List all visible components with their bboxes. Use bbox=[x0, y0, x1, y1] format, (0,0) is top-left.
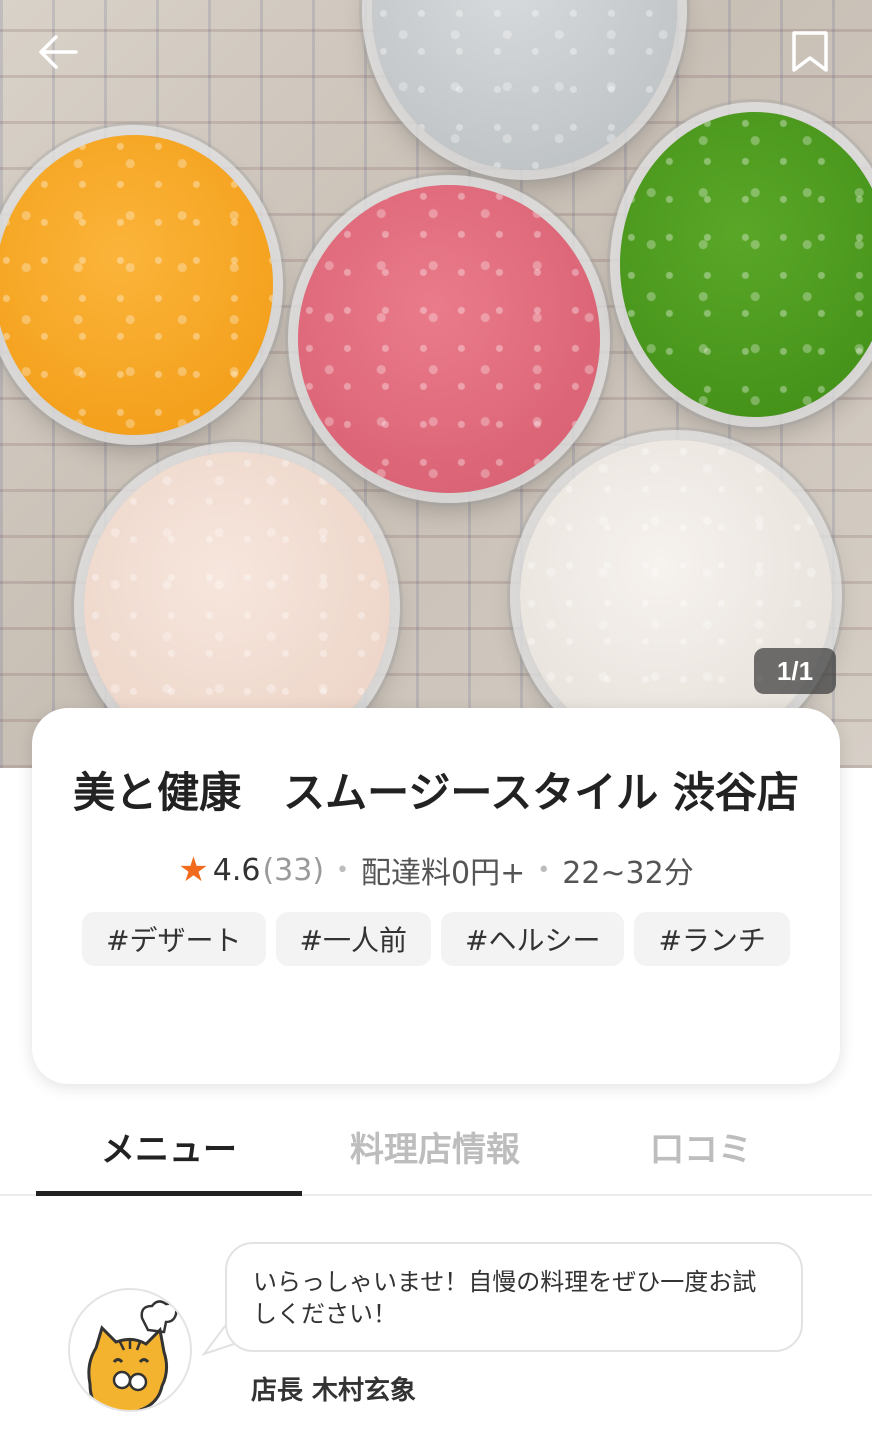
delivery-fee: 配達料0円+ bbox=[361, 856, 526, 891]
bookmark-button[interactable] bbox=[782, 24, 838, 80]
tab-bar: メニュー 料理店情報 口コミ bbox=[0, 1098, 872, 1196]
back-arrow-icon bbox=[39, 35, 78, 69]
tag-chip[interactable]: #デザート bbox=[82, 912, 266, 966]
cat-chef-icon bbox=[87, 1300, 178, 1410]
back-button[interactable] bbox=[30, 24, 86, 80]
manager-avatar bbox=[68, 1288, 192, 1412]
separator-dot: • bbox=[336, 857, 350, 883]
tab-menu[interactable]: メニュー bbox=[36, 1098, 302, 1196]
smoothie-cup-green bbox=[620, 112, 872, 417]
tag-chip[interactable]: #一人前 bbox=[275, 912, 431, 966]
rating-value: 4.6 bbox=[212, 852, 261, 888]
manager-speech-bubble: いらっしゃいませ！自慢の料理をぜひ一度お試しください！ bbox=[225, 1242, 803, 1352]
review-count[interactable]: (33) bbox=[262, 853, 324, 888]
tag-chip[interactable]: #ランチ bbox=[634, 912, 790, 966]
image-counter: 1/1 bbox=[754, 648, 836, 694]
star-icon: ★ bbox=[178, 850, 209, 890]
smoothie-cup-orange bbox=[0, 135, 273, 435]
tag-chip[interactable]: #ヘルシー bbox=[441, 912, 625, 966]
smoothie-cup-gray bbox=[372, 0, 677, 170]
smoothie-cup-pink bbox=[298, 185, 600, 493]
store-hero-image: 1/1 bbox=[0, 0, 872, 768]
store-meta: ★ 4.6 (33) • 配達料0円+ • 22~32分 bbox=[32, 850, 840, 891]
smoothie-cup-white bbox=[520, 440, 832, 752]
tab-store-info[interactable]: 料理店情報 bbox=[302, 1098, 568, 1194]
store-name: 美と健康 スムージースタイル 渋谷店 bbox=[73, 768, 799, 817]
bookmark-icon bbox=[792, 31, 828, 72]
tag-list: #デザート #一人前 #ヘルシー #ランチ bbox=[32, 912, 840, 966]
delivery-time: 22~32分 bbox=[562, 856, 694, 891]
separator-dot: • bbox=[537, 857, 551, 883]
manager-signature: 店長 木村玄象 bbox=[251, 1376, 417, 1406]
store-info-card: 美と健康 スムージースタイル 渋谷店 ★ 4.6 (33) • 配達料0円+ •… bbox=[32, 708, 840, 1084]
tab-reviews[interactable]: 口コミ bbox=[568, 1098, 834, 1194]
